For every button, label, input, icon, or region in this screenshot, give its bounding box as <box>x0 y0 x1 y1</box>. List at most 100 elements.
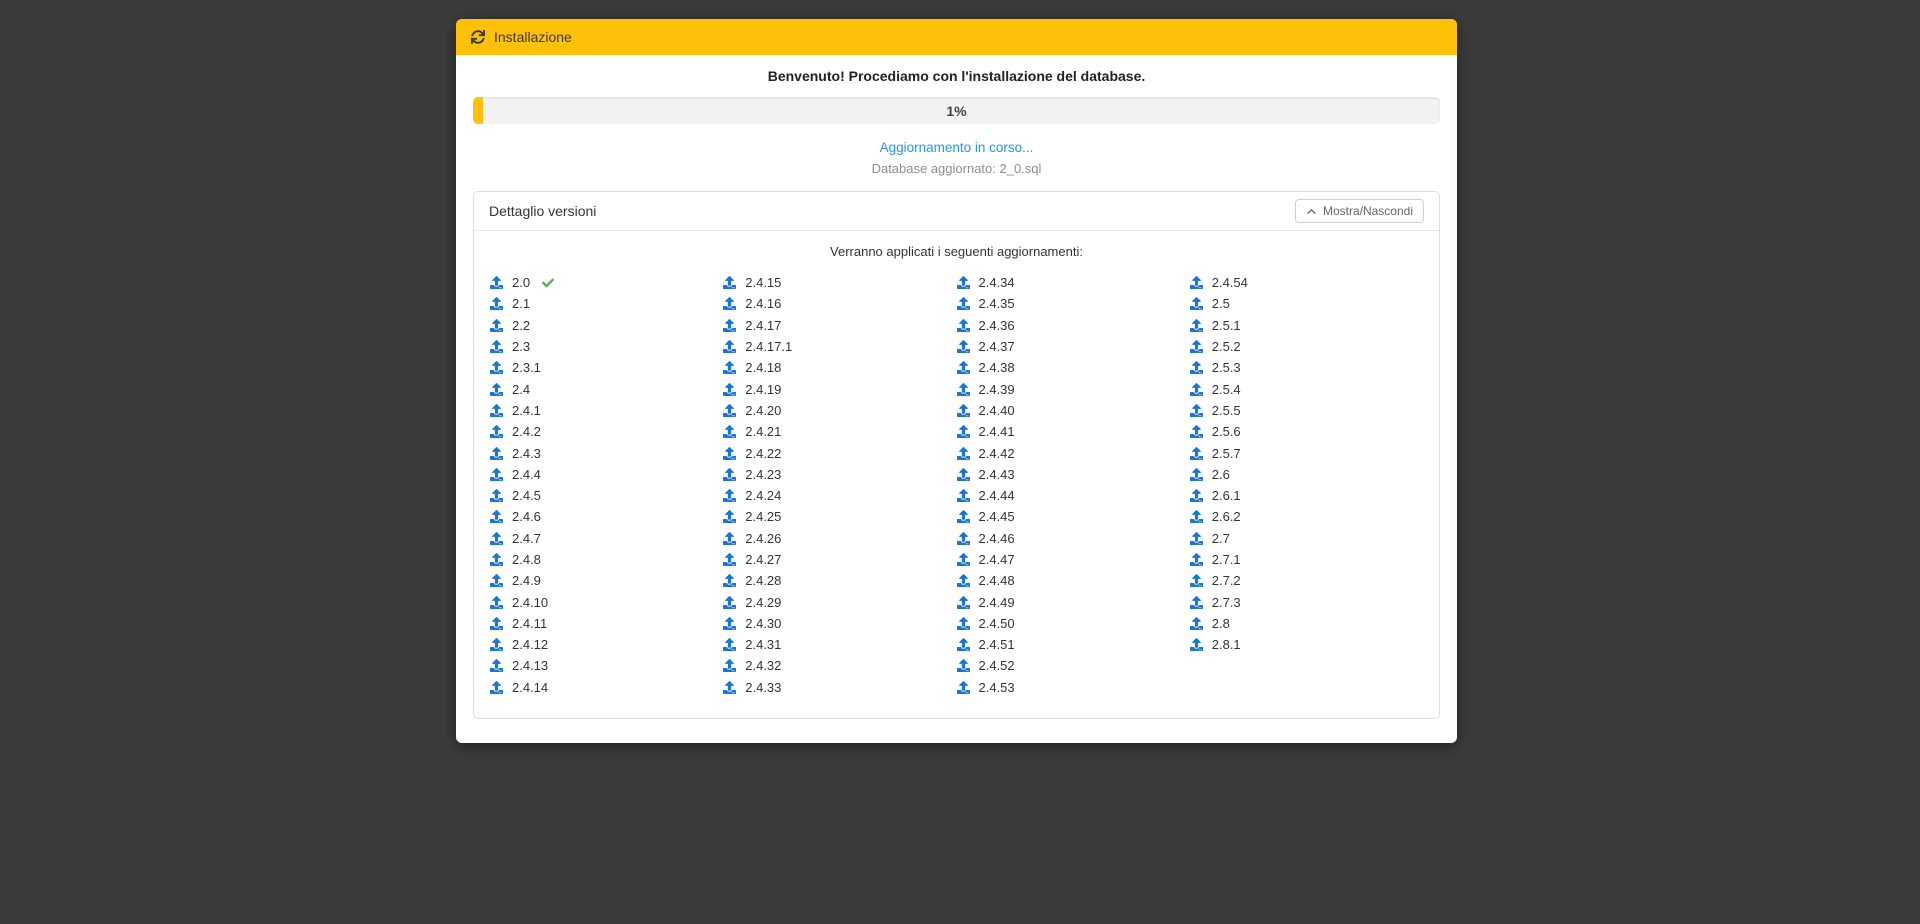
upload-icon <box>1190 276 1203 289</box>
upload-icon <box>723 404 736 417</box>
upload-icon <box>723 425 736 438</box>
upload-icon <box>957 361 970 374</box>
upload-icon <box>957 532 970 545</box>
version-label: 2.4.35 <box>979 296 1015 311</box>
progress-bar: 1% <box>473 97 1440 124</box>
version-label: 2.4.38 <box>979 360 1015 375</box>
version-item: 2.4.50 <box>957 613 1190 634</box>
chevron-up-icon <box>1306 206 1317 217</box>
version-item: 2.4.21 <box>723 421 956 442</box>
version-item: 2.5.6 <box>1190 421 1423 442</box>
version-item: 2.4.36 <box>957 315 1190 336</box>
upload-icon <box>490 489 503 502</box>
version-item: 2.4.31 <box>723 634 956 655</box>
version-label: 2.4.40 <box>979 403 1015 418</box>
version-label: 2.4.22 <box>745 446 781 461</box>
welcome-text: Benvenuto! Procediamo con l'installazion… <box>473 68 1440 84</box>
version-label: 2.4.39 <box>979 382 1015 397</box>
upload-icon <box>490 596 503 609</box>
version-label: 2.4.24 <box>745 488 781 503</box>
versions-grid: 2.02.12.22.32.3.12.42.4.12.4.22.4.32.4.4… <box>490 272 1423 698</box>
version-item: 2.6 <box>1190 464 1423 485</box>
toggle-versions-button[interactable]: Mostra/Nascondi <box>1295 199 1424 223</box>
version-item: 2.4.24 <box>723 485 956 506</box>
upload-icon <box>723 532 736 545</box>
version-item: 2.4.46 <box>957 528 1190 549</box>
upload-icon <box>723 596 736 609</box>
version-item: 2.3.1 <box>490 357 723 378</box>
version-item: 2.4.26 <box>723 528 956 549</box>
version-label: 2.4.54 <box>1212 275 1248 290</box>
upload-icon <box>490 510 503 523</box>
version-item: 2.7.2 <box>1190 570 1423 591</box>
version-label: 2.4.30 <box>745 616 781 631</box>
progress-label: 1% <box>473 97 1440 124</box>
version-label: 2.7.3 <box>1212 595 1241 610</box>
version-item: 2.5.7 <box>1190 442 1423 463</box>
version-item: 2.7.3 <box>1190 591 1423 612</box>
version-label: 2.7 <box>1212 531 1230 546</box>
version-item: 2.4.52 <box>957 655 1190 676</box>
version-label: 2.3.1 <box>512 360 541 375</box>
version-item: 2.5.2 <box>1190 336 1423 357</box>
version-label: 2.7.1 <box>1212 552 1241 567</box>
toggle-versions-label: Mostra/Nascondi <box>1323 204 1413 218</box>
version-item: 2.4.17.1 <box>723 336 956 357</box>
upload-icon <box>1190 553 1203 566</box>
version-item: 2.4.28 <box>723 570 956 591</box>
versions-panel: Dettaglio versioni Mostra/Nascondi Verra… <box>473 191 1440 719</box>
upload-icon <box>957 383 970 396</box>
upload-icon <box>490 361 503 374</box>
version-label: 2.4.1 <box>512 403 541 418</box>
version-item: 2.4.20 <box>723 400 956 421</box>
upload-icon <box>957 447 970 460</box>
version-label: 2.4.25 <box>745 509 781 524</box>
versions-column: 2.4.542.52.5.12.5.22.5.32.5.42.5.52.5.62… <box>1190 272 1423 698</box>
status-updating: Aggiornamento in corso... <box>473 140 1440 155</box>
version-item: 2.4.27 <box>723 549 956 570</box>
version-item: 2.4.1 <box>490 400 723 421</box>
version-item: 2.4.15 <box>723 272 956 293</box>
version-item: 2.8.1 <box>1190 634 1423 655</box>
version-label: 2.4.52 <box>979 658 1015 673</box>
version-item: 2.1 <box>490 293 723 314</box>
version-item: 2.4.14 <box>490 677 723 698</box>
version-label: 2.4.17.1 <box>745 339 792 354</box>
upload-icon <box>957 297 970 310</box>
version-item: 2.4.12 <box>490 634 723 655</box>
versions-column: 2.4.342.4.352.4.362.4.372.4.382.4.392.4.… <box>957 272 1190 698</box>
version-label: 2.5.1 <box>1212 318 1241 333</box>
version-item: 2.4.39 <box>957 378 1190 399</box>
version-label: 2.4.8 <box>512 552 541 567</box>
upload-icon <box>1190 383 1203 396</box>
version-label: 2.4.32 <box>745 658 781 673</box>
version-item: 2.4.18 <box>723 357 956 378</box>
upload-icon <box>1190 361 1203 374</box>
version-label: 2.4.48 <box>979 573 1015 588</box>
version-label: 2.4.33 <box>745 680 781 695</box>
version-label: 2.5.2 <box>1212 339 1241 354</box>
version-label: 2.2 <box>512 318 530 333</box>
version-item: 2.4.29 <box>723 591 956 612</box>
version-label: 2.4.53 <box>979 680 1015 695</box>
version-item: 2.4.22 <box>723 442 956 463</box>
upload-icon <box>1190 425 1203 438</box>
version-label: 2.4.13 <box>512 658 548 673</box>
upload-icon <box>723 340 736 353</box>
version-label: 2.8.1 <box>1212 637 1241 652</box>
upload-icon <box>490 659 503 672</box>
upload-icon <box>957 425 970 438</box>
version-item: 2.4.48 <box>957 570 1190 591</box>
upload-icon <box>723 383 736 396</box>
version-label: 2.4 <box>512 382 530 397</box>
version-label: 2.4.3 <box>512 446 541 461</box>
version-item: 2.4.49 <box>957 591 1190 612</box>
version-label: 2.5.3 <box>1212 360 1241 375</box>
upload-icon <box>490 425 503 438</box>
version-label: 2.4.34 <box>979 275 1015 290</box>
version-label: 2.4.43 <box>979 467 1015 482</box>
version-item: 2.4.40 <box>957 400 1190 421</box>
version-label: 2.4.10 <box>512 595 548 610</box>
version-item: 2.4.13 <box>490 655 723 676</box>
versions-panel-title: Dettaglio versioni <box>489 203 596 219</box>
